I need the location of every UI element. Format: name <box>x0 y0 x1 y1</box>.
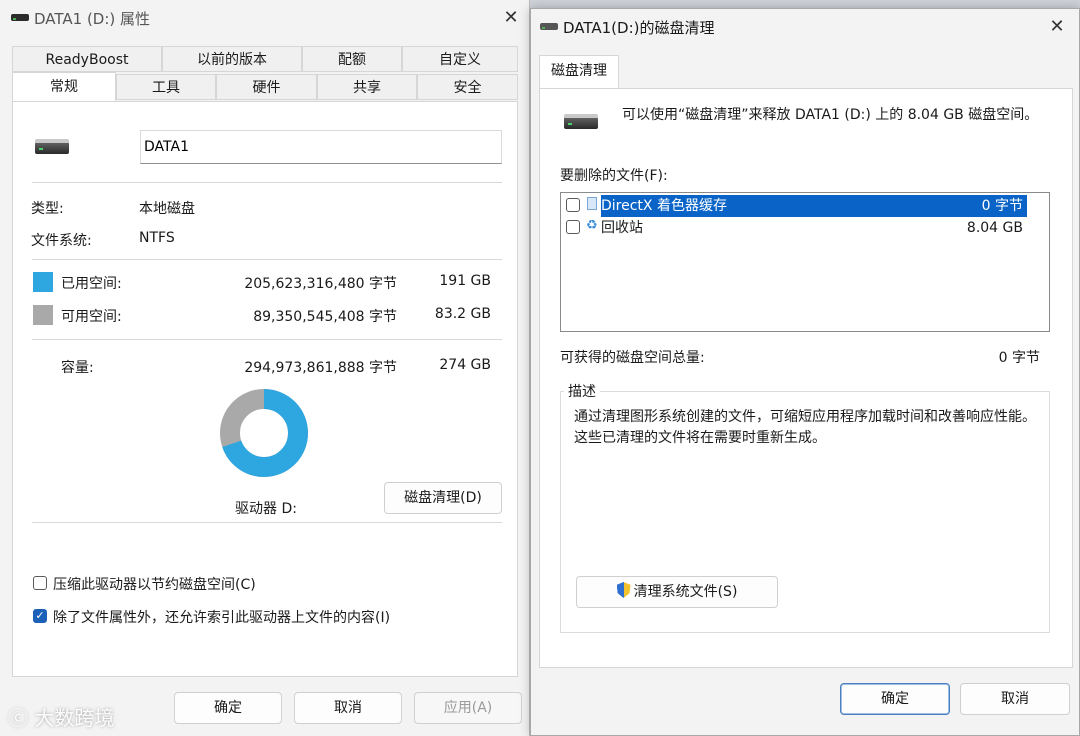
file-icon <box>587 197 597 210</box>
cleanup-drive-icon <box>540 23 558 30</box>
divider <box>32 182 502 183</box>
file-size: 8.04 GB <box>966 220 1023 236</box>
intro-text: 可以使用“磁盘清理”来释放 DATA1 (D:) 上的 8.04 GB 磁盘空间… <box>622 107 1039 123</box>
used-space-size: 191 GB <box>439 273 491 289</box>
close-icon: ✕ <box>503 7 519 28</box>
used-space-bytes: 205,623,316,480 字节 <box>244 276 397 292</box>
cleanup-titlebar: DATA1(D:)的磁盘清理 ✕ <box>531 9 1079 45</box>
watermark: ⓒ 大数跨境 <box>8 702 114 731</box>
tab-tools[interactable]: 工具 <box>116 74 216 100</box>
apply-button[interactable]: 应用(A) <box>414 692 522 724</box>
file-name: 回收站 <box>601 220 643 236</box>
index-label: 除了文件属性外，还允许索引此驱动器上文件的内容(I) <box>53 610 391 626</box>
drive-name-input[interactable] <box>140 130 502 164</box>
clean-system-files-button[interactable]: 清理系统文件(S) <box>576 576 778 608</box>
list-item[interactable]: 回收站 8.04 GB <box>601 217 1027 239</box>
file-size: 0 字节 <box>981 198 1023 214</box>
watermark-logo-icon: ⓒ <box>8 706 28 730</box>
compress-checkbox[interactable] <box>33 576 47 590</box>
divider <box>32 522 502 523</box>
type-label: 类型: <box>31 201 64 217</box>
usage-donut-chart <box>220 389 308 477</box>
type-value: 本地磁盘 <box>139 201 195 217</box>
cancel-button[interactable]: 取消 <box>294 692 402 724</box>
used-space-swatch <box>33 272 53 292</box>
filesystem-label: 文件系统: <box>31 233 92 249</box>
cleanup-panel: 可以使用“磁盘清理”来释放 DATA1 (D:) 上的 8.04 GB 磁盘空间… <box>539 88 1073 668</box>
cancel-button[interactable]: 取消 <box>960 683 1070 715</box>
properties-titlebar: DATA1 (D:) 属性 ✕ <box>0 0 529 36</box>
free-space-bytes: 89,350,545,408 字节 <box>253 309 397 325</box>
divider <box>32 339 502 340</box>
tab-readyboost[interactable]: ReadyBoost <box>12 46 162 72</box>
tab-disk-cleanup[interactable]: 磁盘清理 <box>539 55 619 89</box>
tab-security[interactable]: 安全 <box>417 74 518 100</box>
clean-system-files-label: 清理系统文件(S) <box>633 584 738 600</box>
window-title: DATA1(D:)的磁盘清理 <box>563 19 715 37</box>
drive-icon <box>564 114 598 129</box>
tab-previous-versions[interactable]: 以前的版本 <box>162 46 302 72</box>
capacity-bytes: 294,973,861,888 字节 <box>244 360 397 376</box>
drive-icon <box>35 139 69 154</box>
close-icon: ✕ <box>1049 16 1065 37</box>
shield-icon <box>616 582 631 598</box>
cleanup-tabs: 磁盘清理 <box>539 55 1073 89</box>
disk-cleanup-window: DATA1(D:)的磁盘清理 ✕ 磁盘清理 可以使用“磁盘清理”来释放 DATA… <box>530 8 1080 736</box>
drive-letter-label: 驱动器 D: <box>235 501 297 517</box>
properties-window: DATA1 (D:) 属性 ✕ ReadyBoost 以前的版本 配额 自定义 … <box>0 0 530 736</box>
watermark-text: 大数跨境 <box>34 706 115 730</box>
window-title: DATA1 (D:) 属性 <box>34 10 151 28</box>
tab-general[interactable]: 常规 <box>12 72 116 102</box>
index-checkbox[interactable]: ✓ <box>33 609 47 623</box>
files-list: DirectX 着色器缓存 0 字节 ♻ 回收站 8.04 GB <box>560 192 1050 332</box>
general-panel: 类型: 本地磁盘 文件系统: NTFS 已用空间: 205,623,316,48… <box>12 101 518 677</box>
capacity-label: 容量: <box>61 360 94 376</box>
disk-cleanup-button[interactable]: 磁盘清理(D) <box>384 482 502 514</box>
properties-tabs: ReadyBoost 以前的版本 配额 自定义 常规 工具 硬件 共享 安全 <box>12 46 518 102</box>
compress-label: 压缩此驱动器以节约磁盘空间(C) <box>53 577 256 593</box>
tab-sharing[interactable]: 共享 <box>317 74 417 100</box>
used-space-label: 已用空间: <box>61 276 122 292</box>
close-button[interactable]: ✕ <box>1043 13 1071 41</box>
files-to-delete-label: 要删除的文件(F): <box>560 168 668 184</box>
free-space-swatch <box>33 305 53 325</box>
file-name: DirectX 着色器缓存 <box>601 198 727 214</box>
recycle-bin-icon: ♻ <box>586 218 598 233</box>
tab-quota[interactable]: 配额 <box>302 46 402 72</box>
total-space-value: 0 字节 <box>998 350 1040 366</box>
ok-button[interactable]: 确定 <box>174 692 282 724</box>
close-button[interactable]: ✕ <box>497 4 525 32</box>
divider <box>32 259 502 260</box>
ok-button[interactable]: 确定 <box>840 683 950 715</box>
free-space-label: 可用空间: <box>61 309 122 325</box>
tab-hardware[interactable]: 硬件 <box>216 74 317 100</box>
tab-customize[interactable]: 自定义 <box>402 46 518 72</box>
file-checkbox-recycle-bin[interactable] <box>566 220 580 234</box>
file-checkbox-directx[interactable] <box>566 198 580 212</box>
description-text: 通过清理图形系统创建的文件，可缩短应用程序加载时间和改善响应性能。这些已清理的文… <box>574 409 1036 446</box>
list-item[interactable]: DirectX 着色器缓存 0 字节 <box>601 195 1027 217</box>
filesystem-value: NTFS <box>139 230 175 246</box>
capacity-size: 274 GB <box>439 357 491 373</box>
description-label: 描述 <box>564 381 600 401</box>
total-space-label: 可获得的磁盘空间总量: <box>560 350 705 366</box>
drive-icon <box>11 14 29 21</box>
free-space-size: 83.2 GB <box>434 306 491 322</box>
